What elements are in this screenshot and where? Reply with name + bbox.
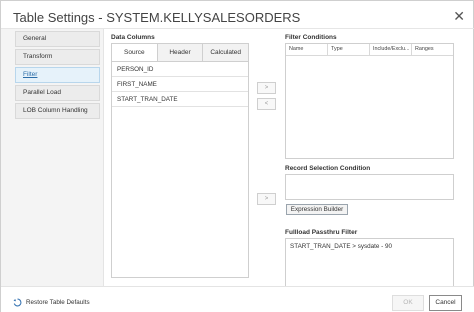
dialog-title: Table Settings - SYSTEM.KELLYSALESORDERS xyxy=(13,10,301,25)
add-to-record-condition-button[interactable]: > xyxy=(257,193,276,205)
restore-defaults-label: Restore Table Defaults xyxy=(26,299,90,306)
dialog-footer: Restore Table Defaults OK Cancel xyxy=(1,286,474,312)
list-item[interactable]: FIRST_NAME xyxy=(112,77,248,92)
tab-header[interactable]: Header xyxy=(158,44,204,61)
settings-nav: General Transform Filter Parallel Load L… xyxy=(1,29,104,286)
record-selection-title: Record Selection Condition xyxy=(285,165,371,172)
data-columns-list: PERSON_ID FIRST_NAME START_TRAN_DATE xyxy=(111,61,249,278)
fullload-filter-title: Fullload Passthru Filter xyxy=(285,229,358,236)
nav-item-parallel-load[interactable]: Parallel Load xyxy=(15,85,100,101)
data-columns-title: Data Columns xyxy=(111,34,155,41)
nav-item-general[interactable]: General xyxy=(15,31,100,47)
nav-item-lob-column-handling[interactable]: LOB Column Handling xyxy=(15,103,100,119)
filter-conditions-header: Name Type Include/Exclu... Ranges xyxy=(286,44,453,56)
cancel-button[interactable]: Cancel xyxy=(429,295,462,311)
nav-item-transform[interactable]: Transform xyxy=(15,49,100,65)
nav-item-filter[interactable]: Filter xyxy=(15,67,100,83)
remove-filter-column-button[interactable]: < xyxy=(257,98,276,110)
table-settings-dialog: Table Settings - SYSTEM.KELLYSALESORDERS… xyxy=(0,0,474,312)
tab-source[interactable]: Source xyxy=(112,44,158,61)
column-header-include-exclude[interactable]: Include/Exclu... xyxy=(370,44,412,55)
close-icon[interactable]: ✕ xyxy=(453,8,465,25)
list-item[interactable]: START_TRAN_DATE xyxy=(112,92,248,107)
column-header-ranges[interactable]: Ranges xyxy=(412,44,453,55)
filter-conditions-title: Filter Conditions xyxy=(285,34,337,41)
restore-icon xyxy=(13,298,22,307)
expression-builder-button[interactable]: Expression Builder xyxy=(286,204,348,215)
restore-defaults-link[interactable]: Restore Table Defaults xyxy=(13,298,90,307)
record-selection-input[interactable] xyxy=(285,174,454,200)
tab-calculated[interactable]: Calculated xyxy=(203,44,248,61)
ok-button[interactable]: OK xyxy=(392,295,424,311)
filter-conditions-grid: Name Type Include/Exclu... Ranges xyxy=(285,43,454,159)
title-bar: Table Settings - SYSTEM.KELLYSALESORDERS… xyxy=(1,1,474,29)
data-columns-tabs: Source Header Calculated xyxy=(111,43,249,61)
fullload-filter-textarea[interactable]: START_TRAN_DATE > sysdate - 90 xyxy=(285,238,454,287)
list-item[interactable]: PERSON_ID xyxy=(112,62,248,77)
column-header-type[interactable]: Type xyxy=(328,44,370,55)
column-header-name[interactable]: Name xyxy=(286,44,328,55)
add-filter-column-button[interactable]: > xyxy=(257,82,276,94)
